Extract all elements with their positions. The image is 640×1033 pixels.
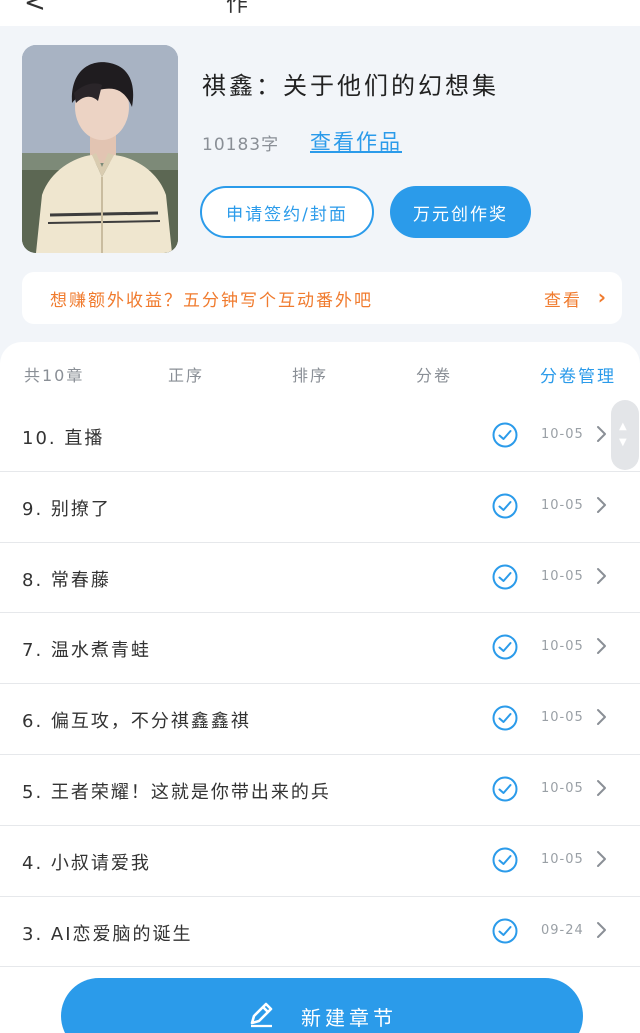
pencil-icon — [250, 1002, 273, 1028]
check-circle-icon — [492, 634, 518, 660]
chapter-date: 10-05 — [541, 780, 584, 796]
chapter-title: 6. 偏互攻，不分祺鑫鑫祺 — [22, 711, 251, 733]
chapter-title: 9. 别撩了 — [22, 498, 111, 520]
book-header: 祺鑫：关于他们的幻想集 10183字 查看作品 申请签约/封面 万元创作奖 想赚… — [0, 26, 640, 356]
chapter-date: 10-05 — [541, 639, 584, 655]
chapter-date: 09-24 — [541, 922, 584, 938]
chapter-list-panel: 共10章 正序 排序 分卷 分卷管理 10. 直播 10-05 9. 别撩了 10-0… — [0, 342, 640, 1033]
check-circle-icon — [492, 847, 518, 873]
chapter-row[interactable]: 8. 常春藤 10-05 — [0, 543, 640, 614]
chapter-row[interactable]: 4. 小叔请爱我 10-05 — [0, 826, 640, 897]
chapter-row[interactable]: 3. AI恋爱脑的诞生 09-24 — [0, 897, 640, 968]
chapter-row[interactable]: 9. 别撩了 10-05 — [0, 472, 640, 543]
promo-view-link[interactable]: 查看 — [544, 286, 582, 311]
chevron-right-icon — [597, 921, 606, 938]
back-icon[interactable]: < — [24, 0, 46, 18]
scroll-up-icon: ▲ — [619, 421, 627, 432]
new-chapter-label: 新建章节 — [301, 1006, 397, 1030]
chevron-right-icon — [597, 709, 606, 726]
promo-text: 想赚额外收益？五分钟写个互动番外吧 — [50, 291, 373, 311]
chapter-title: 3. AI恋爱脑的诞生 — [22, 923, 193, 945]
check-circle-icon — [492, 422, 518, 448]
volume-manage-tab[interactable]: 分卷管理 — [540, 362, 616, 387]
word-count: 10183字 — [202, 135, 280, 155]
chapter-row[interactable]: 5. 王者荣耀！这就是你带出来的兵 10-05 — [0, 755, 640, 826]
book-title: 祺鑫：关于他们的幻想集 — [202, 72, 499, 100]
top-bar-title: 作 — [226, 0, 249, 17]
chevron-right-icon — [597, 850, 606, 867]
chapter-row[interactable]: 6. 偏互攻，不分祺鑫鑫祺 10-05 — [0, 684, 640, 755]
order-asc-tab[interactable]: 正序 — [168, 362, 204, 386]
top-bar: < 作 — [0, 0, 640, 26]
chevron-right-icon — [597, 779, 606, 796]
volume-tab[interactable]: 分卷 — [416, 362, 452, 386]
scroll-handle[interactable]: ▲ ▼ — [611, 400, 639, 470]
new-chapter-button[interactable]: 新建章节 — [61, 978, 583, 1033]
chapter-date: 10-05 — [541, 568, 584, 584]
check-circle-icon — [492, 705, 518, 731]
apply-sign-cover-button[interactable]: 申请签约/封面 — [200, 186, 374, 238]
book-cover-image[interactable] — [22, 45, 178, 253]
chapter-row[interactable]: 10. 直播 10-05 — [0, 401, 640, 472]
chapter-date: 10-05 — [541, 710, 584, 726]
chapter-date: 10-05 — [541, 851, 584, 867]
chapter-title: 4. 小叔请爱我 — [22, 852, 151, 874]
apply-sign-cover-label: 申请签约/封面 — [226, 204, 348, 225]
chapter-date: 10-05 — [541, 427, 584, 442]
chapter-count: 共10章 — [24, 366, 85, 385]
chevron-right-icon — [597, 567, 606, 584]
chevron-right-icon — [597, 638, 606, 655]
creation-award-label: 万元创作奖 — [413, 204, 508, 225]
chevron-right-icon — [597, 426, 606, 442]
chapter-title: 8. 常春藤 — [22, 569, 111, 591]
chapter-title: 10. 直播 — [22, 428, 105, 449]
chapter-title: 7. 温水煮青蛙 — [22, 640, 151, 662]
chapter-row[interactable]: 7. 温水煮青蛙 10-05 — [0, 613, 640, 685]
chapter-toolbar: 共10章 正序 排序 分卷 分卷管理 — [0, 342, 640, 404]
check-circle-icon — [492, 918, 518, 944]
chevron-right-icon: › — [597, 285, 606, 309]
chapter-title: 5. 王者荣耀！这就是你带出来的兵 — [22, 781, 331, 803]
promo-banner[interactable]: 想赚额外收益？五分钟写个互动番外吧 查看 › — [22, 272, 622, 324]
sort-tab[interactable]: 排序 — [292, 362, 328, 386]
creation-award-button[interactable]: 万元创作奖 — [390, 186, 531, 238]
cover-illustration — [22, 45, 178, 253]
check-circle-icon — [492, 493, 518, 519]
scroll-down-icon: ▼ — [619, 437, 627, 448]
chapter-management-screen: < 作 祺鑫：关于他们的幻想集 10183字 查看作品 申请签约/封面 万元创作… — [0, 0, 640, 1033]
view-work-link[interactable]: 查看作品 — [310, 126, 402, 156]
check-circle-icon — [492, 776, 518, 802]
chapter-date: 10-05 — [541, 497, 584, 513]
chevron-right-icon — [597, 496, 606, 513]
check-circle-icon — [492, 564, 518, 590]
chapter-list: 10. 直播 10-05 9. 别撩了 10-05 8. 常春藤 10-05 7. 温水煮青… — [0, 401, 640, 968]
